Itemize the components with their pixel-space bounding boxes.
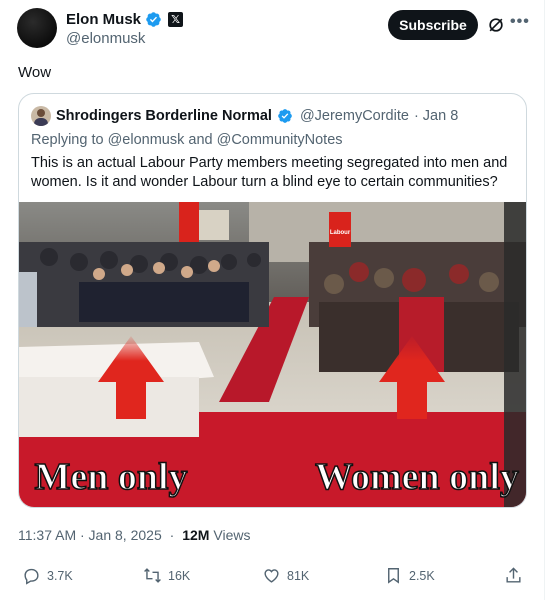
author-name-row: Elon Musk 𝕏: [66, 11, 184, 28]
like-button[interactable]: 81K: [262, 566, 309, 585]
action-bar: 3.7K 16K 81K 2.5K: [0, 566, 545, 590]
reply-icon: [24, 568, 39, 585]
like-count: 81K: [287, 568, 310, 583]
author-handle[interactable]: @elonmusk: [66, 30, 145, 47]
verified-badge-icon: [278, 109, 292, 123]
subscribe-button[interactable]: Subscribe: [388, 10, 478, 40]
quoted-author-avatar[interactable]: [31, 106, 51, 126]
quoted-author-name[interactable]: Shrodingers Borderline Normal: [56, 108, 272, 124]
more-icon[interactable]: •••: [510, 13, 530, 31]
quoted-post-header: Shrodingers Borderline Normal @JeremyCor…: [31, 106, 458, 126]
post-meta: 11:37 AM · Jan 8, 2025 · 12M Views: [18, 527, 251, 543]
meta-separator: ·: [165, 527, 179, 543]
image-caption-left: Men only: [34, 456, 187, 498]
x-logo-icon: 𝕏: [168, 12, 184, 27]
quoted-post-date[interactable]: · Jan 8: [414, 108, 458, 124]
grok-icon[interactable]: [486, 15, 506, 35]
repost-count: 16K: [168, 568, 191, 583]
author-avatar[interactable]: [17, 8, 57, 48]
views-count: 12M: [182, 527, 210, 543]
labour-banner-text: Labour: [330, 230, 351, 236]
quoted-author-handle[interactable]: @JeremyCordite: [300, 108, 409, 124]
verified-badge-icon: [146, 12, 161, 27]
replying-to: Replying to @elonmusk and @CommunityNote…: [31, 132, 343, 148]
share-icon: [506, 567, 521, 583]
reply-count: 3.7K: [47, 568, 73, 583]
reply-button[interactable]: 3.7K: [22, 566, 73, 585]
post-timestamp[interactable]: 11:37 AM · Jan 8, 2025: [18, 527, 162, 543]
share-button[interactable]: [504, 566, 523, 585]
image-caption-right: Women only: [315, 456, 519, 498]
like-icon: [264, 569, 279, 583]
repost-button[interactable]: 16K: [143, 566, 190, 585]
quoted-post-image[interactable]: Labour Men only Women only: [19, 202, 527, 508]
bookmark-icon: [388, 568, 399, 584]
post-text: Wow: [18, 64, 52, 81]
quoted-post[interactable]: Shrodingers Borderline Normal @JeremyCor…: [18, 93, 527, 508]
author-name[interactable]: Elon Musk: [66, 11, 141, 28]
views-label: Views: [213, 527, 251, 543]
post-card: Elon Musk 𝕏 @elonmusk Subscribe ••• Wow …: [0, 0, 545, 600]
repost-icon: [144, 568, 161, 583]
bookmark-count: 2.5K: [409, 568, 435, 583]
quoted-post-text: This is an actual Labour Party members m…: [31, 155, 508, 190]
bookmark-button[interactable]: 2.5K: [384, 566, 435, 585]
